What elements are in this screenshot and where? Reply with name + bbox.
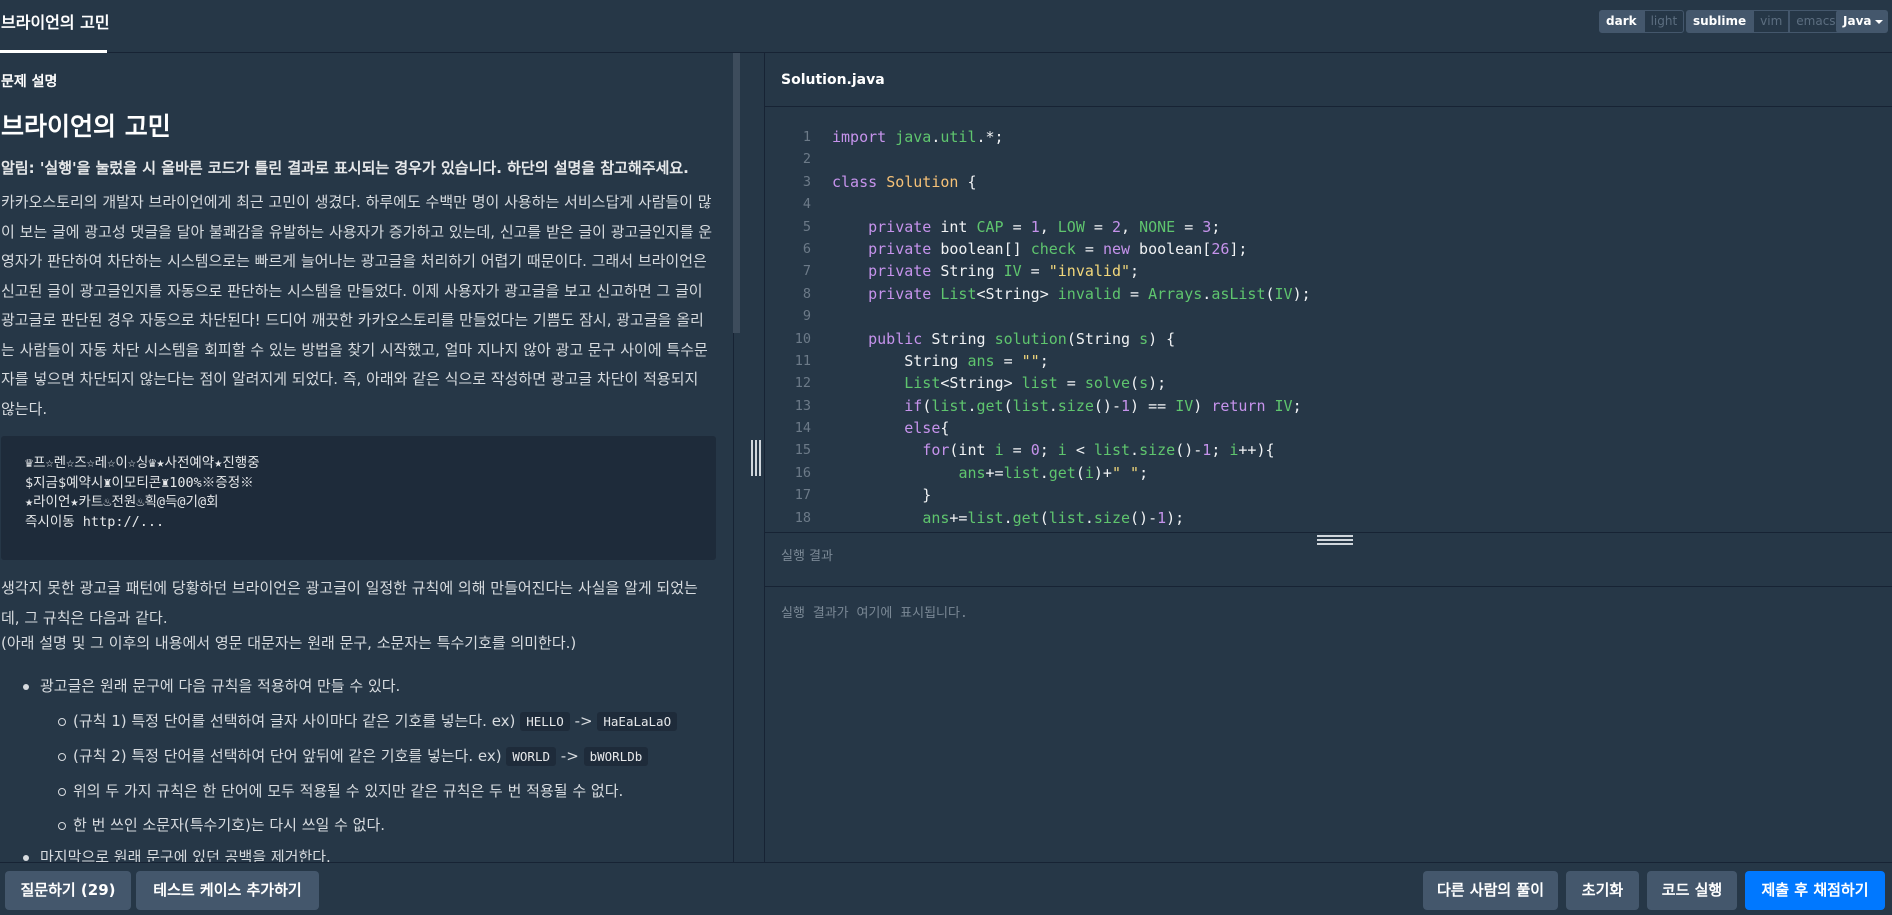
line-number: 9 (802, 308, 811, 325)
editor-header: Solution.java (765, 53, 1892, 107)
notice-text: 알림: '실행'을 눌렀을 시 올바른 코드가 틀린 결과로 표시되는 경우가 … (1, 159, 689, 177)
sub-rule-item: (규칙 2) 특정 단어를 선택하여 단어 앞뒤에 같은 기호를 넣는다. ex… (1, 739, 716, 774)
example-line: ♛프☆렌☆즈☆레☆이☆싱♛★사전예약★진행중 (25, 455, 260, 471)
language-label: Java (1843, 14, 1872, 28)
description-pane: 문제 설명 브라이언의 고민 알림: '실행'을 눌렀을 시 올바른 코드가 틀… (0, 53, 734, 862)
rule-text: 한 번 쓰인 소문자(특수기호)는 다시 쓰일 수 없다. (73, 815, 386, 834)
example-line: 즉시이동 http://... (25, 513, 165, 530)
line-number: 13 (794, 397, 811, 414)
file-tab-solution[interactable]: Solution.java (781, 53, 885, 107)
line-number: 7 (802, 263, 811, 280)
result-panel: 실행 결과가 여기에 표시됩니다. (765, 588, 1892, 862)
add-testcase-button[interactable]: 테스트 케이스 추가하기 (136, 871, 319, 910)
code-editor[interactable]: 1 import java.util.*; 2 3 class Solution {… (765, 107, 1892, 532)
paragraph-line: 생각지 못한 광고글 패턴에 당황하던 브라이언은 광고글이 일정한 규칙에 의… (1, 579, 698, 627)
line-number: 16 (794, 464, 811, 481)
example-line: $지금$예약시♜이모티콘♜100%※증정※ (25, 474, 254, 491)
line-number: 2 (802, 151, 811, 168)
sub-rule-item: 위의 두 가지 규칙은 한 단어에 모두 적용될 수 있지만 같은 규칙은 두 … (1, 774, 716, 808)
arrow-text: -> (574, 711, 593, 730)
inline-code: bWORLDb (583, 746, 649, 766)
line-number: 15 (794, 442, 811, 459)
rule-item: 광고글은 원래 문구에 다음 규칙을 적용하여 만들 수 있다. (규칙 1) … (1, 671, 716, 842)
rule-text: 위의 두 가지 규칙은 한 단어에 모두 적용될 수 있지만 같은 규칙은 두 … (73, 781, 624, 800)
line-number: 3 (802, 173, 811, 190)
result-header: 실행 결과 (765, 533, 1892, 587)
inline-code: WORLD (506, 746, 557, 766)
description-paragraph: 생각지 못한 광고글 패턴에 당황하던 브라이언은 광고글이 일정한 규칙에 의… (1, 574, 716, 659)
arrow-text: -> (560, 746, 579, 765)
section-title: 문제 설명 (1, 74, 58, 90)
rule-text: 마지막으로 원래 문구에 있던 공백을 제거한다. (40, 847, 331, 863)
line-number: 14 (794, 420, 811, 437)
keymap-vim-button[interactable]: vim (1753, 10, 1790, 33)
line-number: 10 (794, 330, 811, 347)
sub-rule-item: 한 번 쓰인 소문자(특수기호)는 다시 쓰일 수 없다. (1, 808, 716, 842)
rules-list: 광고글은 원래 문구에 다음 규칙을 적용하여 만들 수 있다. (규칙 1) … (1, 671, 716, 863)
description-paragraph: 카카오스토리의 개발자 브라이언에게 최근 고민이 생겼다. 하루에도 수백만 … (1, 193, 713, 418)
inline-code: HELLO (520, 711, 570, 731)
line-number: 1 (802, 129, 811, 145)
description-scrollbar[interactable] (733, 53, 740, 333)
sub-rule-item: (규칙 1) 특정 단어를 선택하여 글자 사이마다 같은 기호를 넣는다. e… (1, 704, 716, 739)
tab-problem-title[interactable]: 브라이언의 고민 (0, 0, 110, 53)
inline-code: HaEaLaLaO (597, 711, 678, 731)
result-title: 실행 결과 (781, 549, 833, 564)
rule-text: 광고글은 원래 문구에 다음 규칙을 적용하여 만들 수 있다. (40, 676, 401, 695)
theme-toggle: dark light (1599, 10, 1685, 33)
result-placeholder: 실행 결과가 여기에 표시됩니다. (781, 606, 968, 621)
rule-item: 마지막으로 원래 문구에 있던 공백을 제거한다. (1, 842, 716, 863)
others-solution-button[interactable]: 다른 사람의 풀이 (1423, 871, 1558, 910)
language-select[interactable]: Java (1836, 10, 1888, 33)
top-bar: 브라이언의 고민 dark light sublime vim emacs Ja… (0, 0, 1892, 53)
line-number: 18 (794, 509, 811, 526)
sub-rules-list: (규칙 1) 특정 단어를 선택하여 글자 사이마다 같은 기호를 넣는다. e… (40, 704, 716, 842)
line-number: 4 (802, 196, 811, 213)
line-number: 11 (794, 352, 811, 369)
line-number: 12 (794, 375, 811, 392)
question-button[interactable]: 질문하기 (29) (5, 871, 131, 910)
run-code-button[interactable]: 코드 실행 (1647, 871, 1737, 910)
bottom-bar: 질문하기 (29) 테스트 케이스 추가하기 다른 사람의 풀이 초기화 코드 … (0, 862, 1892, 915)
line-number: 17 (794, 487, 811, 504)
example-line: ★라이언★카트♨전원♨획@득@기@회 (25, 494, 219, 510)
paragraph-line: (아래 설명 및 그 이후의 내용에서 영문 대문자는 원래 문구, 소문자는 … (1, 634, 577, 652)
submit-button[interactable]: 제출 후 채점하기 (1745, 871, 1885, 910)
rule-text: (규칙 1) 특정 단어를 선택하여 글자 사이마다 같은 기호를 넣는다. e… (73, 711, 516, 730)
problem-title: 브라이언의 고민 (1, 112, 171, 141)
line-number: 5 (802, 218, 811, 235)
keymap-sublime-button[interactable]: sublime (1686, 10, 1754, 33)
keymap-emacs-button[interactable]: emacs (1789, 10, 1843, 33)
example-code-block: ♛프☆렌☆즈☆레☆이☆싱♛★사전예약★진행중 $지금$예약시♜이모티콘♜100%※… (1, 436, 716, 560)
theme-dark-button[interactable]: dark (1599, 10, 1644, 33)
rule-text: (규칙 2) 특정 단어를 선택하여 단어 앞뒤에 같은 기호를 넣는다. ex… (73, 746, 502, 765)
vertical-resize-handle-icon[interactable] (751, 440, 761, 476)
theme-light-button[interactable]: light (1643, 10, 1685, 33)
line-number: 6 (802, 240, 811, 257)
keymap-toggle: sublime vim emacs (1686, 10, 1843, 33)
reset-button[interactable]: 초기화 (1566, 871, 1639, 910)
line-number: 8 (802, 285, 811, 302)
caret-down-icon (1875, 19, 1884, 24)
